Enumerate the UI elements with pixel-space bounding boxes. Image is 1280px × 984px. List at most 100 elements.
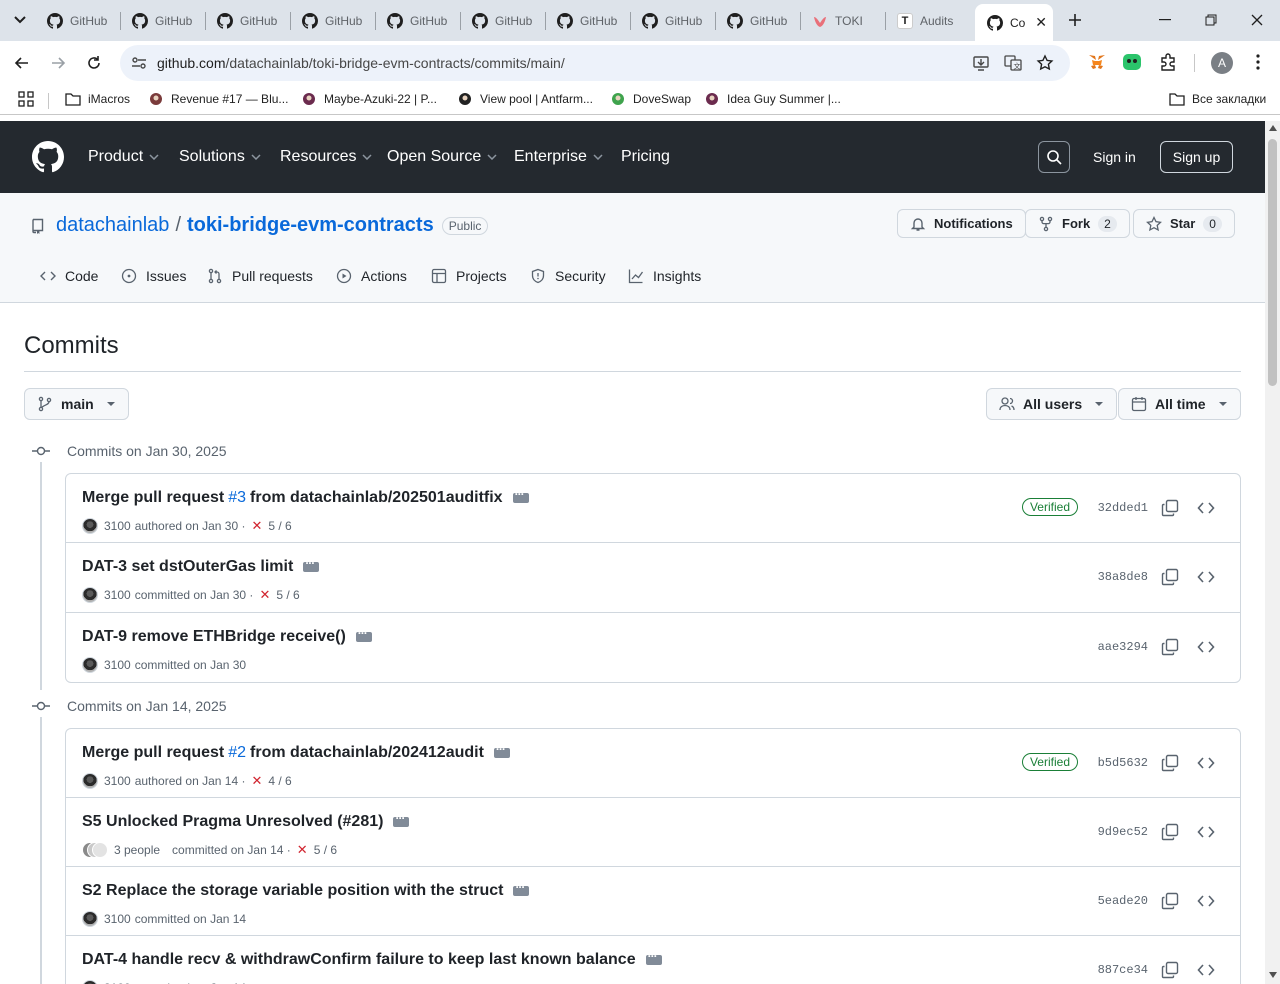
commit-message-text[interactable]: S2 Replace the storage variable position… (82, 882, 503, 900)
commit-message-text[interactable]: DAT-3 set dstOuterGas limit (82, 558, 293, 576)
back-button[interactable] (6, 47, 38, 79)
commit-author[interactable]: 3100 (104, 774, 131, 788)
browser-tab[interactable]: GitHub (290, 6, 374, 35)
avatar[interactable] (82, 911, 98, 927)
expand-message-icon[interactable] (493, 742, 510, 758)
scrollbar-thumb[interactable] (1268, 139, 1277, 386)
checks-count[interactable]: 4 / 6 (268, 774, 291, 788)
install-app-icon[interactable] (972, 54, 990, 72)
nav-open-source[interactable]: Open Source (387, 148, 497, 166)
commit-message-text[interactable]: DAT-4 handle recv & withdrawConfirm fail… (82, 951, 636, 969)
checks-failed-icon[interactable]: ✕ (259, 587, 270, 603)
forward-button[interactable] (42, 47, 74, 79)
browser-tab[interactable]: GitHub (120, 6, 204, 35)
commit-message-text[interactable]: from datachainlab/202501auditfix (250, 489, 503, 507)
commit-message-text[interactable]: Merge pull request (82, 744, 224, 762)
bookmark-item[interactable]: Maybe-Azuki-22 | P... (301, 91, 437, 107)
branch-selector[interactable]: main (24, 388, 129, 420)
commit-sha-link[interactable]: 9d9ec52 (1098, 825, 1148, 839)
expand-message-icon[interactable] (393, 811, 410, 827)
avatar[interactable] (82, 587, 98, 603)
commit-message[interactable]: Merge pull request #3 from datachainlab/20… (82, 487, 529, 507)
commit-sha-link[interactable]: b5d5632 (1098, 756, 1148, 770)
tab-security[interactable]: Security (530, 268, 606, 284)
pr-link[interactable]: #2 (228, 744, 246, 762)
extension-green-icon[interactable] (1122, 52, 1142, 72)
checks-failed-icon[interactable]: ✕ (251, 773, 262, 789)
apps-icon[interactable] (18, 91, 34, 107)
minimize-button[interactable] (1142, 0, 1188, 40)
bookmark-item[interactable]: DoveSwap (610, 91, 691, 107)
nav-solutions[interactable]: Solutions (179, 148, 261, 166)
commit-sha-link[interactable]: 32dded1 (1098, 501, 1148, 515)
browser-tab[interactable]: GitHub (545, 6, 629, 35)
commit-message-text[interactable]: Merge pull request (82, 489, 224, 507)
browser-tab[interactable]: GitHub (715, 6, 799, 35)
copy-icon[interactable] (1161, 638, 1179, 656)
checks-count[interactable]: 5 / 6 (268, 519, 291, 533)
browser-tab[interactable]: TOKI (800, 6, 884, 35)
copy-icon[interactable] (1161, 499, 1179, 517)
commit-message[interactable]: S2 Replace the storage variable position… (82, 880, 530, 900)
tab-issues[interactable]: Issues (121, 268, 186, 284)
notifications-button[interactable]: Notifications (897, 209, 1026, 238)
translate-icon[interactable]: 文 (1004, 54, 1022, 72)
copy-icon[interactable] (1161, 568, 1179, 586)
new-tab-button[interactable] (1052, 0, 1098, 40)
browser-tab[interactable]: Co ✕ (975, 4, 1053, 41)
avatar[interactable] (82, 657, 98, 673)
browse-code-icon[interactable] (1197, 754, 1215, 772)
search-button[interactable] (1038, 141, 1070, 173)
commit-message[interactable]: DAT-3 set dstOuterGas limit (82, 556, 320, 576)
bookmark-item[interactable]: iMacros (65, 91, 130, 107)
metamask-icon[interactable] (1087, 52, 1107, 72)
tab-search-button[interactable] (8, 8, 32, 32)
reload-button[interactable] (78, 47, 110, 79)
tab-insights[interactable]: Insights (628, 268, 701, 284)
commit-author[interactable]: 3100 (104, 658, 131, 672)
commit-author[interactable]: 3100 (104, 588, 131, 602)
avatar[interactable] (82, 980, 98, 984)
bookmark-item[interactable]: Revenue #17 — Blu... (148, 91, 288, 107)
pr-link[interactable]: #3 (228, 489, 246, 507)
nav-resources[interactable]: Resources (280, 148, 373, 166)
avatar[interactable] (82, 518, 98, 534)
browse-code-icon[interactable] (1197, 892, 1215, 910)
commit-author[interactable]: 3100 (104, 912, 131, 926)
browser-tab[interactable]: GitHub (460, 6, 544, 35)
browser-tab[interactable]: GitHub (205, 6, 289, 35)
commit-author[interactable]: 3100 (104, 519, 131, 533)
browser-menu-icon[interactable] (1250, 52, 1266, 72)
browser-tab[interactable]: GitHub (35, 6, 119, 35)
profile-avatar[interactable]: A (1211, 52, 1233, 74)
repo-owner-link[interactable]: datachainlab (56, 214, 169, 237)
browse-code-icon[interactable] (1197, 499, 1215, 517)
bookmark-star-icon[interactable] (1036, 54, 1054, 72)
page-scrollbar[interactable] (1265, 121, 1280, 984)
close-window-button[interactable] (1234, 0, 1280, 40)
browse-code-icon[interactable] (1197, 638, 1215, 656)
sign-up-button[interactable]: Sign up (1160, 141, 1233, 173)
nav-enterprise[interactable]: Enterprise (514, 148, 603, 166)
bookmark-item[interactable]: View pool | Antfarm... (457, 91, 593, 107)
verified-badge[interactable]: Verified (1021, 498, 1078, 516)
repo-name-link[interactable]: toki-bridge-evm-contracts (187, 214, 434, 237)
github-logo-icon[interactable] (32, 141, 64, 173)
copy-icon[interactable] (1161, 823, 1179, 841)
browse-code-icon[interactable] (1197, 568, 1215, 586)
time-filter[interactable]: All time (1118, 388, 1241, 420)
verified-badge[interactable]: Verified (1021, 753, 1078, 771)
checks-failed-icon[interactable]: ✕ (297, 842, 308, 858)
expand-message-icon[interactable] (513, 880, 530, 896)
all-bookmarks[interactable]: Все закладки (1169, 91, 1266, 107)
commit-message[interactable]: Merge pull request #2 from datachainlab/20… (82, 742, 510, 762)
commit-sha-link[interactable]: 5eade20 (1098, 894, 1148, 908)
browser-tab[interactable]: GitHub (630, 6, 714, 35)
avatar-stack[interactable] (82, 842, 108, 858)
bookmark-item[interactable]: Idea Guy Summer |... (704, 91, 841, 107)
checks-failed-icon[interactable]: ✕ (251, 518, 262, 534)
copy-icon[interactable] (1161, 961, 1179, 979)
tab-pull-requests[interactable]: Pull requests (207, 268, 313, 284)
commit-sha-link[interactable]: 887ce34 (1098, 963, 1148, 977)
tab-code[interactable]: Code (40, 268, 98, 284)
